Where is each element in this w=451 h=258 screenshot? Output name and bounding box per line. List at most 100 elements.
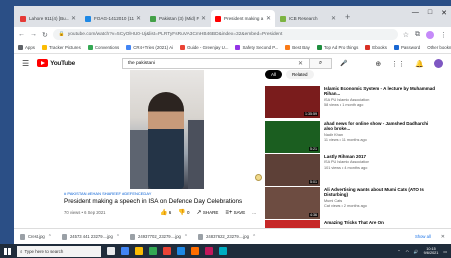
video-thumbnail[interactable]: 1:35:59 — [265, 86, 320, 118]
browser-tab[interactable]: FOAG-1412010 (11 B)... ✕ — [81, 10, 145, 27]
bookmark-folder[interactable]: Other bookmarks — [427, 45, 451, 50]
browser-tab[interactable]: Pakistan (3) (Mid) Fort... ✕ — [146, 10, 210, 27]
taskbar-app-icon[interactable] — [107, 247, 115, 255]
search-input[interactable]: the pakistani — [123, 61, 298, 66]
download-filename: 24937702_23279....jpg — [138, 234, 181, 239]
close-window-button[interactable]: ✕ — [441, 9, 447, 17]
bookmark-item[interactable]: Top Ad Pro things — [316, 45, 358, 50]
share-icon: ↗ — [196, 210, 202, 216]
like-button[interactable]: 👍 6 — [160, 209, 171, 216]
chip-all[interactable]: All — [265, 70, 283, 79]
bookmark-item[interactable]: Safety Second P... — [235, 45, 278, 50]
browser-tab[interactable]: Lahore 911(4) [Bu... ✕ — [16, 10, 80, 27]
download-item[interactable]: Crest.jpg ⌃ — [20, 233, 52, 240]
wifi-icon[interactable]: ◠ — [406, 249, 409, 254]
chevron-up-icon[interactable]: ⌃ — [397, 249, 400, 254]
taskbar-app-icon[interactable] — [219, 247, 227, 255]
forward-arrow-icon[interactable]: → — [30, 31, 37, 38]
video-thumbnail[interactable]: 5:21 — [265, 121, 320, 153]
notifications-bell-icon[interactable]: 🔔 — [415, 60, 424, 68]
chevron-up-icon[interactable]: ⌃ — [48, 234, 52, 240]
maximize-button[interactable]: □ — [428, 9, 432, 17]
download-item[interactable]: 24573 441 23279....jpg ⌃ — [61, 233, 120, 240]
bookmark-item[interactable]: Password — [393, 45, 420, 50]
video-thumbnail[interactable] — [265, 220, 320, 228]
bookmark-item[interactable]: Best Bay — [285, 45, 310, 50]
related-video-channel: ISA PU Islamic Association — [324, 97, 370, 102]
back-arrow-icon[interactable]: ← — [18, 31, 25, 38]
save-button[interactable]: ≡+ SAVE — [225, 210, 245, 216]
youtube-logo[interactable]: YouTube — [37, 59, 75, 67]
chevron-up-icon[interactable]: ⌃ — [252, 234, 256, 240]
chevron-up-icon[interactable]: ⌃ — [116, 234, 120, 240]
windows-start-icon[interactable] — [4, 247, 11, 255]
create-video-icon[interactable]: ⊕ — [375, 60, 381, 68]
tab-close-icon[interactable]: ✕ — [201, 15, 206, 22]
tab-close-icon[interactable]: ✕ — [136, 15, 141, 22]
tab-strip: Lahore 911(4) [Bu... ✕ FOAG-1412010 (11 … — [14, 6, 451, 27]
notification-center-icon[interactable]: ▭ — [443, 249, 447, 254]
chevron-up-icon[interactable]: ⌃ — [184, 234, 188, 240]
taskbar-app-icon[interactable] — [177, 247, 185, 255]
bookmark-item[interactable]: Apps — [18, 45, 35, 50]
bookmark-favicon-icon — [18, 45, 23, 50]
extensions-icon[interactable]: ⧉ — [415, 31, 420, 39]
speaker-icon[interactable]: 🔊 — [414, 249, 419, 254]
minimize-button[interactable]: — — [412, 9, 419, 17]
taskbar-app-icon[interactable] — [149, 247, 157, 255]
file-icon — [20, 233, 25, 240]
more-actions-button[interactable]: ... — [252, 210, 256, 215]
dislike-button[interactable]: 👎 0 — [178, 209, 189, 216]
bookmark-item[interactable]: Conventions — [87, 45, 119, 50]
chip-related[interactable]: Related — [286, 70, 314, 79]
related-video-item[interactable]: Amazing Tricks That Are On — [265, 220, 435, 228]
account-avatar[interactable] — [434, 59, 443, 68]
close-downloads-icon[interactable]: ✕ — [441, 234, 445, 240]
clear-search-icon[interactable]: ✕ — [298, 60, 309, 67]
apps-grid-icon[interactable]: ⋮⋮ — [391, 60, 405, 68]
new-tab-button[interactable]: + — [345, 12, 350, 22]
address-bar[interactable]: 🔒 youtube.com/watch?v=5CyOlHU0-Uj&list=P… — [52, 29, 398, 40]
taskbar-app-icon[interactable] — [205, 247, 213, 255]
download-item[interactable]: 24837622_23279....jpg ⌃ — [198, 233, 256, 240]
browser-tab[interactable]: ICB Research ✕ — [276, 10, 340, 27]
file-icon — [61, 233, 67, 240]
search-button[interactable]: ⌕ — [309, 59, 331, 68]
browser-tab-active[interactable]: President making a speech in... ✕ — [211, 10, 275, 27]
profile-avatar[interactable] — [426, 30, 434, 39]
bookmark-item[interactable]: Tracker Pictures — [42, 45, 81, 50]
taskbar-search-box[interactable]: ⌕ Type here to search — [17, 245, 101, 257]
bookmark-item[interactable]: Guide - Greenjay U... — [179, 45, 228, 50]
video-player[interactable] — [130, 70, 204, 189]
share-button[interactable]: ↗ SHARE — [197, 209, 219, 216]
video-duration-badge: 5:01 — [309, 180, 318, 184]
video-thumbnail[interactable]: 5:01 — [265, 154, 320, 186]
bookmark-item[interactable]: Ebooks — [365, 45, 387, 50]
thumbs-down-icon: 👎 — [178, 210, 186, 216]
video-thumbnail[interactable]: 4:36 — [265, 187, 320, 219]
related-video-item[interactable]: 4:36 Ali Advertising wants about Mumi Cat… — [265, 187, 435, 219]
video-hashtags[interactable]: # PAKISTAN #EHAN SHAREEF #DEFENCEDAY — [64, 191, 151, 196]
reload-icon[interactable]: ↻ — [42, 31, 48, 39]
microphone-icon[interactable]: 🎤 — [340, 60, 347, 67]
taskbar-clock[interactable]: 10:15 9/6/2021 — [424, 247, 439, 256]
kebab-menu-icon[interactable]: ⋮ — [440, 31, 447, 39]
tab-close-icon[interactable]: ✕ — [331, 15, 336, 22]
taskbar-app-icon[interactable] — [135, 247, 143, 255]
related-video-item[interactable]: 5:21 ahad news for online show - Jamshed … — [265, 121, 435, 153]
star-icon[interactable]: ☆ — [403, 31, 409, 39]
taskbar-app-icon[interactable] — [121, 247, 129, 255]
related-video-item[interactable]: 1:35:59 Islamic Economic System - A lectu… — [265, 86, 435, 118]
taskbar-app-icon[interactable] — [163, 247, 171, 255]
related-video-item[interactable]: 5:01 Lastly Rihman 2017 ISA PU Islamic Ass… — [265, 154, 435, 186]
related-video-channel: Nadir Khan — [324, 132, 343, 137]
tab-close-icon[interactable]: ✕ — [266, 15, 271, 22]
bookmark-item[interactable]: CR4+Tries (2021) Ai — [126, 45, 173, 50]
hamburger-menu-icon[interactable]: ☰ — [22, 59, 29, 68]
show-all-downloads-button[interactable]: Show all — [415, 234, 431, 239]
tab-close-icon[interactable]: ✕ — [71, 15, 76, 22]
tab-favicon — [150, 15, 156, 22]
youtube-header-actions: ⊕ ⋮⋮ 🔔 — [375, 59, 443, 68]
taskbar-app-icon[interactable] — [191, 247, 199, 255]
download-item[interactable]: 24937702_23279....jpg ⌃ — [130, 233, 188, 240]
